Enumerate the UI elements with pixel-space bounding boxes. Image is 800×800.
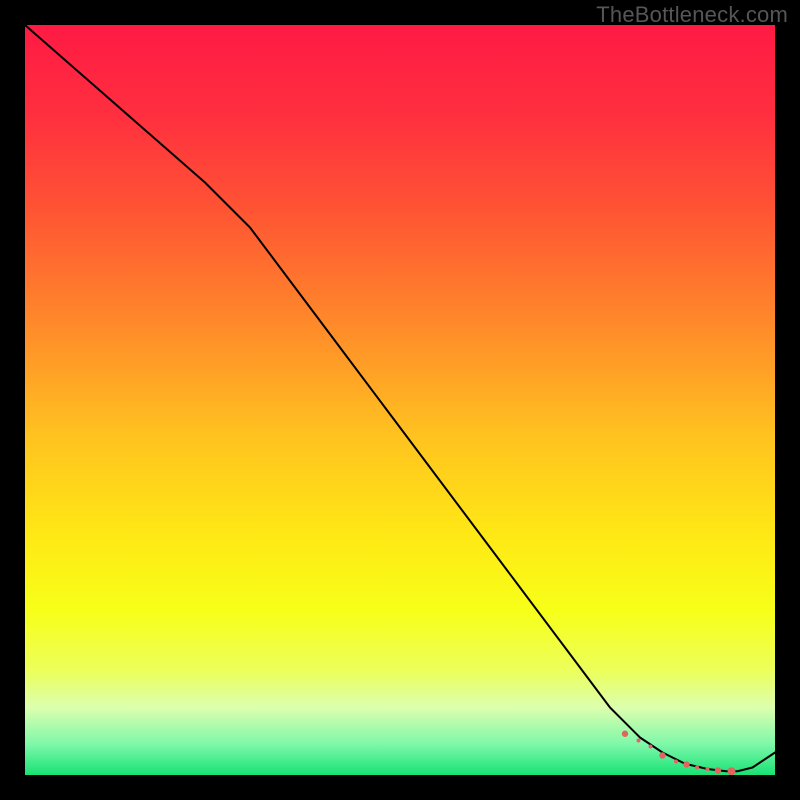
valley-dot	[683, 761, 689, 767]
valley-dot	[674, 760, 678, 764]
chart-frame: TheBottleneck.com	[0, 0, 800, 800]
valley-dot	[728, 767, 736, 775]
valley-dot	[622, 731, 628, 737]
valley-dot	[706, 767, 710, 771]
chart-background	[25, 25, 775, 775]
valley-dot	[649, 745, 653, 749]
chart-svg	[25, 25, 775, 775]
chart-plot-area	[25, 25, 775, 775]
valley-dot	[659, 752, 665, 758]
valley-dot	[637, 739, 641, 743]
valley-dot	[695, 766, 699, 770]
valley-dot	[715, 767, 721, 773]
